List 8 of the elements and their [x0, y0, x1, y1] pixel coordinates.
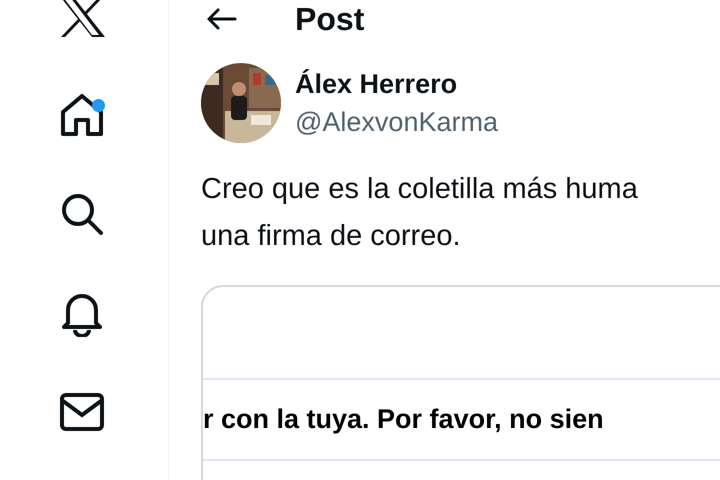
author-name[interactable]: Álex Herrero [295, 67, 498, 101]
embedded-image-card[interactable]: r con la tuya. Por favor, no sien [201, 285, 720, 480]
page-title: Post [295, 0, 364, 38]
embedded-text: r con la tuya. Por favor, no sien [203, 404, 604, 435]
post-text: Creo que es la coletilla más huma una firma de correo. [201, 172, 639, 254]
back-arrow-icon[interactable] [205, 7, 237, 31]
mail-icon[interactable] [59, 392, 105, 432]
author-handle[interactable]: @AlexvonKarma [295, 105, 498, 139]
